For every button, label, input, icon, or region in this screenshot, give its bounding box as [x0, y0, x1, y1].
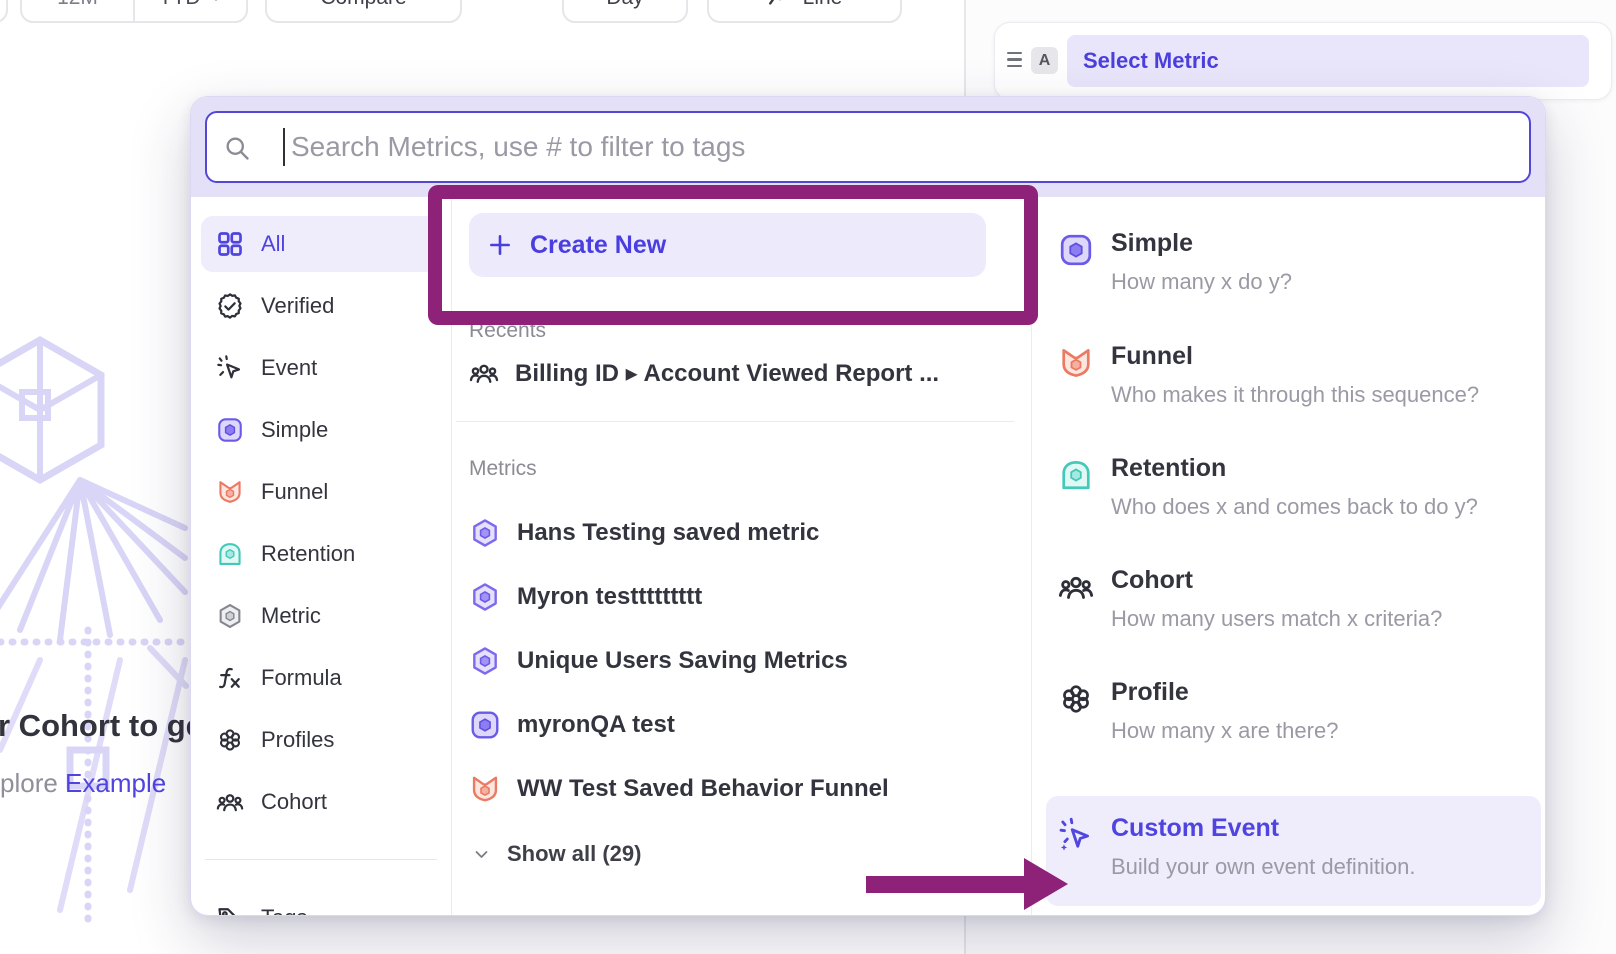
toolbar-button-cut[interactable]	[0, 0, 8, 23]
metric-type-cohort[interactable]: Cohort How many users match x criteria?	[1046, 566, 1541, 662]
metric-type-funnel[interactable]: Funnel Who makes it through this sequence…	[1046, 342, 1541, 438]
annotation-arrow-head	[1024, 858, 1068, 910]
date-range-segmented-control: 12M YTD	[20, 0, 248, 23]
select-metric-label: Select Metric	[1083, 48, 1219, 74]
metric-type-description: Who makes it through this sequence?	[1111, 382, 1479, 408]
query-row-badge: A	[1031, 47, 1058, 74]
metric-type-description: How many x do y?	[1111, 269, 1292, 295]
range-ytd-button[interactable]: YTD	[135, 0, 246, 21]
example-link[interactable]: Example	[65, 768, 166, 798]
profiles-icon	[1058, 681, 1094, 717]
canvas-headline: r Cohort to ge	[0, 708, 203, 744]
metric-type-description: How many x are there?	[1111, 718, 1338, 744]
compare-button[interactable]: Compare	[265, 0, 462, 23]
range-12m-label: 12M	[57, 0, 98, 10]
metric-type-title: Profile	[1111, 678, 1189, 707]
metric-type-title: Retention	[1111, 454, 1226, 483]
metric-type-description: How many users match x criteria?	[1111, 606, 1442, 632]
compare-label: Compare	[320, 0, 406, 10]
annotation-arrow-shaft	[866, 876, 1024, 893]
metric-type-title: Cohort	[1111, 566, 1193, 595]
line-chart-type-button[interactable]: Line	[707, 0, 902, 23]
metric-type-simple[interactable]: Simple How many x do y?	[1046, 229, 1541, 325]
metric-type-title: Custom Event	[1111, 814, 1279, 843]
line-chart-icon	[767, 0, 793, 11]
simple-metric-icon	[1058, 232, 1094, 268]
caret-down-icon	[209, 0, 223, 5]
range-12m-button[interactable]: 12M	[22, 0, 133, 21]
canvas-explore-line: plore Example	[0, 768, 166, 799]
select-metric-field[interactable]: Select Metric	[1067, 35, 1589, 87]
annotation-rectangle	[428, 185, 1038, 325]
retention-icon	[1058, 457, 1094, 493]
metric-type-retention[interactable]: Retention Who does x and comes back to do…	[1046, 454, 1541, 550]
metric-type-profile[interactable]: Profile How many x are there?	[1046, 678, 1541, 774]
metric-type-description: Build your own event definition.	[1111, 854, 1416, 880]
explore-prefix: plore	[0, 768, 65, 798]
custom-event-icon	[1058, 817, 1094, 853]
drag-handle-icon[interactable]	[1007, 52, 1022, 70]
metric-type-custom-event[interactable]: Custom Event Build your own event definit…	[1046, 796, 1541, 906]
line-label: Line	[803, 0, 843, 10]
screen: 12M YTD Compare Day Line r Cohort to ge …	[0, 0, 1616, 954]
funnel-icon	[1058, 345, 1094, 381]
background-wireframe-illustration	[0, 330, 190, 950]
day-granularity-button[interactable]: Day	[562, 0, 688, 23]
day-label: Day	[606, 0, 643, 10]
query-builder-card: A Select Metric	[994, 22, 1612, 100]
metric-type-title: Simple	[1111, 229, 1193, 258]
cohort-icon	[1058, 569, 1094, 605]
metric-type-title: Funnel	[1111, 342, 1193, 371]
metric-type-description: Who does x and comes back to do y?	[1111, 494, 1478, 520]
range-ytd-label: YTD	[159, 0, 201, 10]
